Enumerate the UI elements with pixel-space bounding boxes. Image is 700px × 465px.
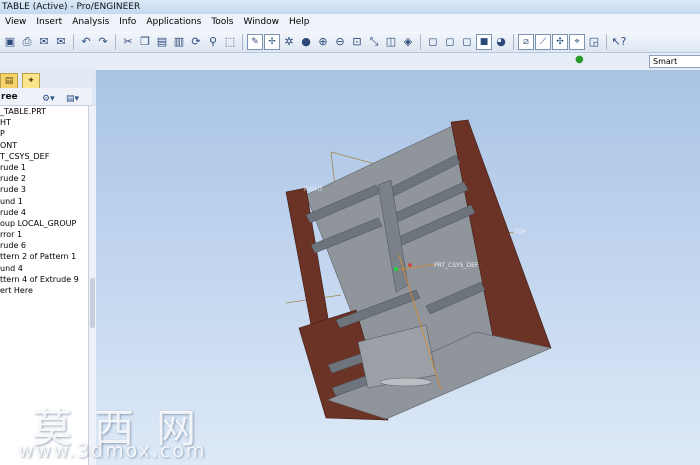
reorient-icon[interactable]: ⤡	[366, 34, 382, 50]
csys-icon[interactable]: ⌖	[569, 33, 585, 50]
undo-icon[interactable]: ↶	[78, 34, 94, 50]
tree-item[interactable]: rude 1	[0, 162, 88, 173]
menu-info[interactable]: Info	[114, 14, 141, 31]
wireframe-icon[interactable]: ◻	[425, 34, 441, 50]
tree-item[interactable]: rude 3	[0, 184, 88, 195]
drawer-handle	[379, 377, 433, 387]
tree-item[interactable]: T_CSYS_DEF	[0, 151, 88, 162]
menu-analysis[interactable]: Analysis	[67, 14, 114, 31]
datum-label-top: TOP	[513, 229, 526, 236]
layers-icon[interactable]: ◈	[400, 34, 416, 50]
tree-item[interactable]: ttern 4 of Extrude 9	[0, 274, 88, 285]
spin-center-icon[interactable]: ✢	[264, 33, 280, 50]
tree-item[interactable]: und 4	[0, 263, 88, 274]
email-icon[interactable]: ✉	[36, 34, 52, 50]
menu-applications[interactable]: Applications	[141, 14, 206, 31]
scrollbar-thumb[interactable]	[90, 278, 95, 328]
csys-axis-icon	[408, 263, 412, 267]
zoom-in-icon[interactable]: ⊕	[315, 34, 331, 50]
menu-bar: View Insert Analysis Info Applications T…	[0, 14, 700, 31]
datum-axes-icon[interactable]: ⟋	[535, 33, 551, 50]
hidden-line-icon[interactable]: ◻	[442, 34, 458, 50]
secondary-toolbar	[0, 53, 700, 70]
email-link-icon[interactable]: ✉	[53, 34, 69, 50]
orient-icon[interactable]: ✲	[281, 34, 297, 50]
toolbar-separator	[242, 33, 243, 50]
window-title: TABLE (Active) - Pro/ENGINEER	[0, 0, 700, 14]
tree-item[interactable]: P	[0, 128, 88, 139]
tree-item[interactable]: ttern 2 of Pattern 1	[0, 251, 88, 262]
refit-icon[interactable]: ⊡	[349, 34, 365, 50]
csys-origin-icon	[393, 266, 399, 272]
datum-label-csys: PRT_CSYS_DEF	[434, 262, 479, 269]
no-hidden-icon[interactable]: ◻	[459, 34, 475, 50]
tree-item[interactable]: rude 4	[0, 207, 88, 218]
print-icon[interactable]: ⎙	[19, 34, 35, 50]
save-icon[interactable]: ▣	[2, 34, 18, 50]
tree-item[interactable]: HT	[0, 117, 88, 128]
toolbar-separator	[420, 33, 421, 50]
visibility-icon[interactable]: ◲	[586, 34, 602, 50]
datum-label-right: RIGHT	[304, 186, 323, 193]
tree-item[interactable]: rror 1	[0, 229, 88, 240]
toolbar-separator	[115, 33, 116, 50]
main-toolbar: ▣ ⎙ ✉ ✉ ↶ ↷ ✂ ❐ ▤ ▥ ⟳ ⚲ ⬚ ✎ ✢ ✲ ● ⊕ ⊖ ⊡ …	[0, 31, 700, 53]
datum-planes-icon[interactable]: ⧄	[518, 33, 534, 50]
shading-icon[interactable]: ●	[298, 34, 314, 50]
tree-item[interactable]: rude 2	[0, 173, 88, 184]
menu-insert[interactable]: Insert	[31, 14, 67, 31]
tree-item[interactable]: oup LOCAL_GROUP	[0, 218, 88, 229]
shaded-icon[interactable]: ■	[476, 33, 492, 50]
redo-icon[interactable]: ↷	[95, 34, 111, 50]
tree-item[interactable]: und 1	[0, 196, 88, 207]
model-tree-header: ree ⚙▾ ▤▾	[0, 88, 92, 106]
regen-status-icon: ●	[575, 54, 584, 65]
toolbar-separator	[606, 33, 607, 50]
menu-window[interactable]: Window	[238, 14, 284, 31]
tree-item[interactable]: ONT	[0, 140, 88, 151]
watermark-url: www.3dmox.com	[18, 440, 207, 462]
zoom-out-icon[interactable]: ⊖	[332, 34, 348, 50]
cut-icon[interactable]: ✂	[120, 34, 136, 50]
regenerate-icon[interactable]: ⟳	[188, 34, 204, 50]
select-box-icon[interactable]: ⬚	[222, 34, 238, 50]
whats-this-icon[interactable]: ↖?	[611, 34, 627, 50]
tree-item[interactable]: ert Here	[0, 285, 88, 296]
toolbar-separator	[513, 33, 514, 50]
navigator-tabs: ▤ ✦	[0, 70, 92, 88]
repaint-icon[interactable]: ✎	[247, 33, 263, 50]
datum-points-icon[interactable]: ✣	[552, 33, 568, 50]
tree-item[interactable]: rude 6	[0, 240, 88, 251]
menu-tools[interactable]: Tools	[206, 14, 238, 31]
tab-model-tree[interactable]: ▤	[0, 73, 18, 88]
model-tree-title: ree	[1, 92, 18, 102]
find-icon[interactable]: ⚲	[205, 34, 221, 50]
paste-icon[interactable]: ▤	[154, 34, 170, 50]
toolbar-separator	[73, 33, 74, 50]
saved-views-icon[interactable]: ◫	[383, 34, 399, 50]
menu-help[interactable]: Help	[284, 14, 315, 31]
selection-filter[interactable]: Smart	[649, 55, 700, 68]
tab-folder-browser[interactable]: ✦	[22, 73, 40, 88]
appearance-icon[interactable]: ◕	[493, 34, 509, 50]
tree-item[interactable]: _TABLE.PRT	[0, 106, 88, 117]
menu-view[interactable]: View	[0, 14, 31, 31]
paste-special-icon[interactable]: ▥	[171, 34, 187, 50]
copy-icon[interactable]: ❐	[137, 34, 153, 50]
